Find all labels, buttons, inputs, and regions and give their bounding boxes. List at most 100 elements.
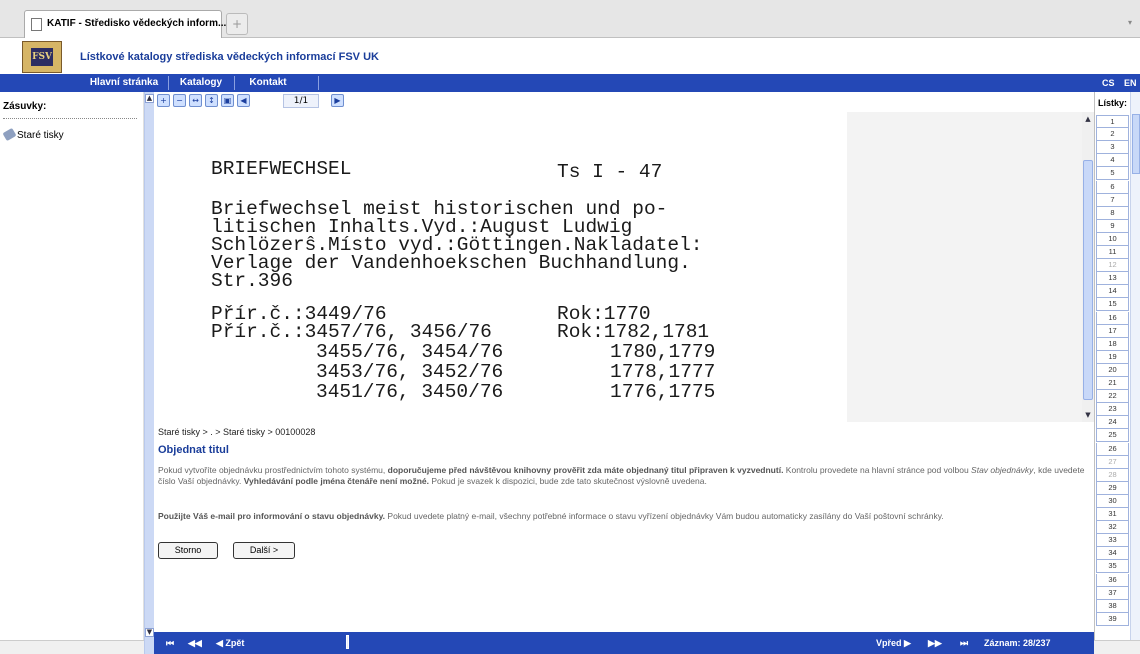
- card-number-item[interactable]: 3: [1096, 141, 1129, 155]
- lang-cs[interactable]: CS: [1102, 74, 1115, 92]
- card-line: 1776,1775: [610, 381, 716, 403]
- cancel-button[interactable]: Storno: [158, 542, 218, 559]
- card-number-item[interactable]: 5: [1096, 167, 1129, 181]
- lang-en[interactable]: EN: [1124, 74, 1137, 92]
- horizontal-scrollbar[interactable]: [1094, 640, 1140, 654]
- drawer-icon: [2, 127, 17, 142]
- viewer-scrollbar[interactable]: ▲ ▼: [1082, 112, 1094, 422]
- scroll-down-icon[interactable]: ▼: [145, 628, 154, 637]
- card-number-item[interactable]: 4: [1096, 154, 1129, 168]
- next-button[interactable]: Další >: [233, 542, 295, 559]
- card-number-item[interactable]: 1: [1096, 115, 1129, 129]
- card-number-item[interactable]: 31: [1096, 508, 1129, 522]
- card-number-item[interactable]: 22: [1096, 390, 1129, 404]
- card-number-item[interactable]: 6: [1096, 180, 1129, 194]
- fast-forward-icon[interactable]: ▶▶: [928, 632, 942, 654]
- card-number-item[interactable]: 17: [1096, 324, 1129, 338]
- fit-height-icon[interactable]: ↕: [205, 94, 218, 107]
- card-number-item[interactable]: 11: [1096, 246, 1129, 260]
- nav-divider: [318, 76, 319, 90]
- order-info-paragraph: Pokud vytvoříte objednávku prostřednictv…: [158, 465, 1085, 486]
- card-number-item[interactable]: 36: [1096, 573, 1129, 587]
- new-tab-button[interactable]: +: [226, 13, 248, 35]
- panel-splitter[interactable]: ▲ ▼: [144, 92, 154, 654]
- card-number-item[interactable]: 30: [1096, 494, 1129, 508]
- divider: [3, 118, 137, 119]
- cards-label: Lístky:: [1098, 98, 1128, 108]
- card-number-item[interactable]: 15: [1096, 298, 1129, 312]
- email-info-paragraph: Použijte Váš e-mail pro informování o st…: [158, 511, 944, 521]
- card-number-item[interactable]: 33: [1096, 534, 1129, 548]
- site-title: Lístkové katalogy střediska vědeckých in…: [80, 51, 379, 63]
- card-number-item[interactable]: 19: [1096, 350, 1129, 364]
- catalog-card-image: BRIEFWECHSEL Ts I - 47 Briefwechsel meis…: [154, 112, 847, 422]
- nav-divider: [234, 76, 235, 90]
- card-number-item[interactable]: 16: [1096, 311, 1129, 325]
- scroll-up-icon[interactable]: ▲: [145, 94, 154, 103]
- zoom-in-icon[interactable]: +: [157, 94, 170, 107]
- tab-list-icon[interactable]: ▾: [1128, 18, 1138, 32]
- site-header: FSV Lístkové katalogy střediska vědeckýc…: [0, 38, 1140, 74]
- card-number-item[interactable]: 32: [1096, 521, 1129, 535]
- nav-divider: [168, 76, 169, 90]
- page-icon: [31, 18, 42, 31]
- card-number-item[interactable]: 13: [1096, 272, 1129, 286]
- previous-page-icon[interactable]: ◀: [237, 94, 250, 107]
- card-number-item[interactable]: 21: [1096, 377, 1129, 391]
- card-number-item[interactable]: 25: [1096, 429, 1129, 443]
- card-number-item[interactable]: 8: [1096, 206, 1129, 220]
- logo[interactable]: FSV: [22, 41, 62, 73]
- card-number-item[interactable]: 23: [1096, 403, 1129, 417]
- record-counter: Záznam: 28/237: [984, 638, 1051, 648]
- drawer-item-label: Staré tisky: [17, 130, 64, 141]
- page-indicator: 1/1: [283, 94, 319, 108]
- record-slider-handle[interactable]: [346, 635, 349, 649]
- drawer-item-old-prints[interactable]: Staré tisky: [2, 127, 64, 142]
- card-number-item: 12: [1096, 259, 1129, 273]
- drawers-heading: Zásuvky:: [3, 101, 47, 112]
- card-number-item[interactable]: 14: [1096, 285, 1129, 299]
- fit-width-icon[interactable]: ↔: [189, 94, 202, 107]
- card-number-item[interactable]: 26: [1096, 442, 1129, 456]
- card-number-item[interactable]: 34: [1096, 547, 1129, 561]
- zoom-out-icon[interactable]: −: [173, 94, 186, 107]
- next-record-button[interactable]: Vpřed ▶: [876, 632, 911, 654]
- scroll-up-icon[interactable]: ▲: [1083, 114, 1093, 124]
- card-number-item[interactable]: 2: [1096, 128, 1129, 142]
- card-number-item[interactable]: 29: [1096, 481, 1129, 495]
- scroll-down-icon[interactable]: ▼: [1083, 410, 1093, 420]
- nav-catalogs[interactable]: Katalogy: [172, 74, 230, 92]
- card-line: Str.396: [211, 270, 293, 292]
- previous-record-button[interactable]: ◀ Zpět: [216, 632, 244, 654]
- card-line: 1778,1777: [610, 361, 716, 383]
- next-page-icon[interactable]: ▶: [331, 94, 344, 107]
- card-line: 3455/76, 3454/76: [316, 341, 504, 363]
- card-number-item[interactable]: 37: [1096, 586, 1129, 600]
- fast-back-icon[interactable]: ◀◀: [188, 632, 202, 654]
- scrollbar-thumb[interactable]: [1132, 114, 1140, 174]
- card-line: 3451/76, 3450/76: [316, 381, 504, 403]
- nav-contact[interactable]: Kontakt: [242, 74, 294, 92]
- card-number-item[interactable]: 39: [1096, 612, 1129, 626]
- card-signature: Ts I - 47: [557, 161, 663, 183]
- card-number-item[interactable]: 7: [1096, 193, 1129, 207]
- card-number-item[interactable]: 9: [1096, 219, 1129, 233]
- card-number-item[interactable]: 24: [1096, 416, 1129, 430]
- browser-tab[interactable]: KATIF - Středisko vědeckých inform...: [24, 10, 226, 38]
- card-number-item[interactable]: 35: [1096, 560, 1129, 574]
- language-switch: CS EN: [1094, 74, 1140, 92]
- card-list-scrollbar[interactable]: [1130, 92, 1140, 640]
- last-record-icon[interactable]: ⏭: [960, 632, 968, 654]
- card-number-item[interactable]: 20: [1096, 363, 1129, 377]
- fit-page-icon[interactable]: ▣: [221, 94, 234, 107]
- horizontal-scrollbar[interactable]: [0, 640, 144, 654]
- scrollbar-thumb[interactable]: [1083, 160, 1093, 400]
- card-number-item[interactable]: 10: [1096, 232, 1129, 246]
- card-number-item[interactable]: 18: [1096, 337, 1129, 351]
- drawers-panel: Zásuvky: Staré tisky: [0, 92, 144, 640]
- first-record-icon[interactable]: ⏮: [166, 632, 174, 654]
- record-navigation-bar: ⏮ ◀◀ ◀ Zpět Vpřed ▶ ▶▶ ⏭ Záznam: 28/237: [154, 632, 1094, 654]
- browser-tab-title: KATIF - Středisko vědeckých inform...: [47, 18, 227, 29]
- card-number-item[interactable]: 38: [1096, 599, 1129, 613]
- nav-home[interactable]: Hlavní stránka: [84, 74, 164, 92]
